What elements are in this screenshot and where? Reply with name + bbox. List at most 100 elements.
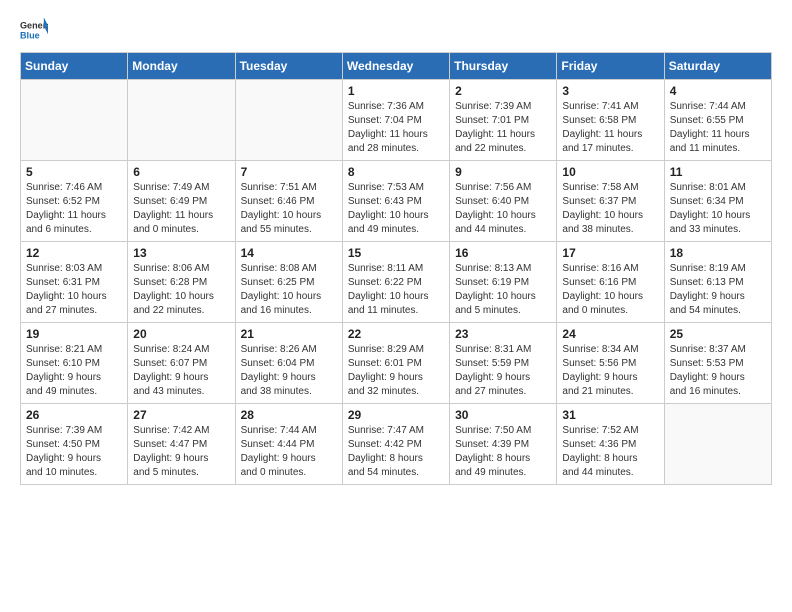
- logo: General Blue: [20, 16, 52, 44]
- day-number: 25: [670, 327, 766, 341]
- day-number: 21: [241, 327, 337, 341]
- day-info: Sunrise: 8:21 AM Sunset: 6:10 PM Dayligh…: [26, 343, 122, 399]
- calendar-week-row: 1 Sunrise: 7:36 AM Sunset: 7:04 PM Daylig…: [21, 80, 772, 161]
- calendar-cell: [664, 404, 771, 485]
- day-info: Sunrise: 7:52 AM Sunset: 4:36 PM Dayligh…: [562, 424, 658, 480]
- day-number: 27: [133, 408, 229, 422]
- calendar-cell: 10 Sunrise: 7:58 AM Sunset: 6:37 PM Dayli…: [557, 161, 664, 242]
- calendar-cell: 8 Sunrise: 7:53 AM Sunset: 6:43 PM Daylig…: [342, 161, 449, 242]
- calendar-cell: [235, 80, 342, 161]
- day-number: 12: [26, 246, 122, 260]
- day-number: 28: [241, 408, 337, 422]
- day-info: Sunrise: 8:06 AM Sunset: 6:28 PM Dayligh…: [133, 262, 229, 318]
- day-number: 17: [562, 246, 658, 260]
- calendar-cell: 14 Sunrise: 8:08 AM Sunset: 6:25 PM Dayli…: [235, 242, 342, 323]
- day-number: 13: [133, 246, 229, 260]
- day-of-week-header: Sunday: [21, 53, 128, 80]
- calendar-cell: 12 Sunrise: 8:03 AM Sunset: 6:31 PM Dayli…: [21, 242, 128, 323]
- page-header: General Blue: [20, 16, 772, 44]
- calendar-week-row: 12 Sunrise: 8:03 AM Sunset: 6:31 PM Dayli…: [21, 242, 772, 323]
- calendar-cell: 1 Sunrise: 7:36 AM Sunset: 7:04 PM Daylig…: [342, 80, 449, 161]
- day-info: Sunrise: 7:58 AM Sunset: 6:37 PM Dayligh…: [562, 181, 658, 237]
- day-info: Sunrise: 7:36 AM Sunset: 7:04 PM Dayligh…: [348, 100, 444, 156]
- day-number: 16: [455, 246, 551, 260]
- day-number: 14: [241, 246, 337, 260]
- calendar-cell: 22 Sunrise: 8:29 AM Sunset: 6:01 PM Dayli…: [342, 323, 449, 404]
- day-info: Sunrise: 7:41 AM Sunset: 6:58 PM Dayligh…: [562, 100, 658, 156]
- day-info: Sunrise: 8:24 AM Sunset: 6:07 PM Dayligh…: [133, 343, 229, 399]
- day-number: 30: [455, 408, 551, 422]
- day-of-week-header: Wednesday: [342, 53, 449, 80]
- day-info: Sunrise: 8:08 AM Sunset: 6:25 PM Dayligh…: [241, 262, 337, 318]
- calendar-cell: 16 Sunrise: 8:13 AM Sunset: 6:19 PM Dayli…: [450, 242, 557, 323]
- day-number: 18: [670, 246, 766, 260]
- day-number: 2: [455, 84, 551, 98]
- day-number: 5: [26, 165, 122, 179]
- day-number: 22: [348, 327, 444, 341]
- calendar-cell: 5 Sunrise: 7:46 AM Sunset: 6:52 PM Daylig…: [21, 161, 128, 242]
- day-number: 3: [562, 84, 658, 98]
- calendar-cell: 2 Sunrise: 7:39 AM Sunset: 7:01 PM Daylig…: [450, 80, 557, 161]
- day-info: Sunrise: 7:50 AM Sunset: 4:39 PM Dayligh…: [455, 424, 551, 480]
- day-of-week-header: Saturday: [664, 53, 771, 80]
- calendar-cell: [128, 80, 235, 161]
- calendar-week-row: 5 Sunrise: 7:46 AM Sunset: 6:52 PM Daylig…: [21, 161, 772, 242]
- day-info: Sunrise: 7:39 AM Sunset: 7:01 PM Dayligh…: [455, 100, 551, 156]
- day-info: Sunrise: 7:51 AM Sunset: 6:46 PM Dayligh…: [241, 181, 337, 237]
- day-info: Sunrise: 7:39 AM Sunset: 4:50 PM Dayligh…: [26, 424, 122, 480]
- day-info: Sunrise: 8:16 AM Sunset: 6:16 PM Dayligh…: [562, 262, 658, 318]
- calendar-cell: 7 Sunrise: 7:51 AM Sunset: 6:46 PM Daylig…: [235, 161, 342, 242]
- day-number: 4: [670, 84, 766, 98]
- day-info: Sunrise: 7:56 AM Sunset: 6:40 PM Dayligh…: [455, 181, 551, 237]
- logo-icon: General Blue: [20, 16, 48, 44]
- calendar-cell: 13 Sunrise: 8:06 AM Sunset: 6:28 PM Dayli…: [128, 242, 235, 323]
- calendar-cell: 18 Sunrise: 8:19 AM Sunset: 6:13 PM Dayli…: [664, 242, 771, 323]
- day-number: 15: [348, 246, 444, 260]
- day-info: Sunrise: 7:53 AM Sunset: 6:43 PM Dayligh…: [348, 181, 444, 237]
- calendar-cell: [21, 80, 128, 161]
- day-info: Sunrise: 8:31 AM Sunset: 5:59 PM Dayligh…: [455, 343, 551, 399]
- day-number: 31: [562, 408, 658, 422]
- calendar-cell: 26 Sunrise: 7:39 AM Sunset: 4:50 PM Dayli…: [21, 404, 128, 485]
- day-of-week-header: Friday: [557, 53, 664, 80]
- calendar-cell: 6Sunrise: 7:49 AM Sunset: 6:49 PM Daylig…: [128, 161, 235, 242]
- day-number: 6: [133, 165, 229, 179]
- calendar-cell: 23Sunrise: 8:31 AM Sunset: 5:59 PM Dayli…: [450, 323, 557, 404]
- calendar-cell: 27Sunrise: 7:42 AM Sunset: 4:47 PM Dayli…: [128, 404, 235, 485]
- day-info: Sunrise: 8:13 AM Sunset: 6:19 PM Dayligh…: [455, 262, 551, 318]
- day-info: Sunrise: 8:01 AM Sunset: 6:34 PM Dayligh…: [670, 181, 766, 237]
- day-number: 20: [133, 327, 229, 341]
- day-number: 29: [348, 408, 444, 422]
- day-info: Sunrise: 8:03 AM Sunset: 6:31 PM Dayligh…: [26, 262, 122, 318]
- calendar-cell: 30 Sunrise: 7:50 AM Sunset: 4:39 PM Dayli…: [450, 404, 557, 485]
- calendar-cell: 29 Sunrise: 7:47 AM Sunset: 4:42 PM Dayli…: [342, 404, 449, 485]
- day-info: Sunrise: 8:19 AM Sunset: 6:13 PM Dayligh…: [670, 262, 766, 318]
- day-info: Sunrise: 8:29 AM Sunset: 6:01 PM Dayligh…: [348, 343, 444, 399]
- day-number: 26: [26, 408, 122, 422]
- day-number: 19: [26, 327, 122, 341]
- calendar-cell: 17 Sunrise: 8:16 AM Sunset: 6:16 PM Dayli…: [557, 242, 664, 323]
- day-number: 8: [348, 165, 444, 179]
- calendar-week-row: 26 Sunrise: 7:39 AM Sunset: 4:50 PM Dayli…: [21, 404, 772, 485]
- calendar-cell: 11Sunrise: 8:01 AM Sunset: 6:34 PM Dayli…: [664, 161, 771, 242]
- calendar-week-row: 19 Sunrise: 8:21 AM Sunset: 6:10 PM Dayli…: [21, 323, 772, 404]
- day-of-week-header: Thursday: [450, 53, 557, 80]
- calendar-cell: 21Sunrise: 8:26 AM Sunset: 6:04 PM Dayli…: [235, 323, 342, 404]
- calendar-cell: 4 Sunrise: 7:44 AM Sunset: 6:55 PM Daylig…: [664, 80, 771, 161]
- day-number: 24: [562, 327, 658, 341]
- day-info: Sunrise: 7:44 AM Sunset: 6:55 PM Dayligh…: [670, 100, 766, 156]
- calendar-table: SundayMondayTuesdayWednesdayThursdayFrid…: [20, 52, 772, 485]
- day-info: Sunrise: 8:34 AM Sunset: 5:56 PM Dayligh…: [562, 343, 658, 399]
- day-number: 7: [241, 165, 337, 179]
- calendar-cell: 19 Sunrise: 8:21 AM Sunset: 6:10 PM Dayli…: [21, 323, 128, 404]
- day-info: Sunrise: 7:46 AM Sunset: 6:52 PM Dayligh…: [26, 181, 122, 237]
- day-number: 10: [562, 165, 658, 179]
- day-info: Sunrise: 7:47 AM Sunset: 4:42 PM Dayligh…: [348, 424, 444, 480]
- calendar-cell: 24 Sunrise: 8:34 AM Sunset: 5:56 PM Dayli…: [557, 323, 664, 404]
- day-info: Sunrise: 7:44 AM Sunset: 4:44 PM Dayligh…: [241, 424, 337, 480]
- day-of-week-header: Monday: [128, 53, 235, 80]
- calendar-cell: 15 Sunrise: 8:11 AM Sunset: 6:22 PM Dayli…: [342, 242, 449, 323]
- calendar-cell: 31 Sunrise: 7:52 AM Sunset: 4:36 PM Dayli…: [557, 404, 664, 485]
- day-number: 1: [348, 84, 444, 98]
- day-info: Sunrise: 8:11 AM Sunset: 6:22 PM Dayligh…: [348, 262, 444, 318]
